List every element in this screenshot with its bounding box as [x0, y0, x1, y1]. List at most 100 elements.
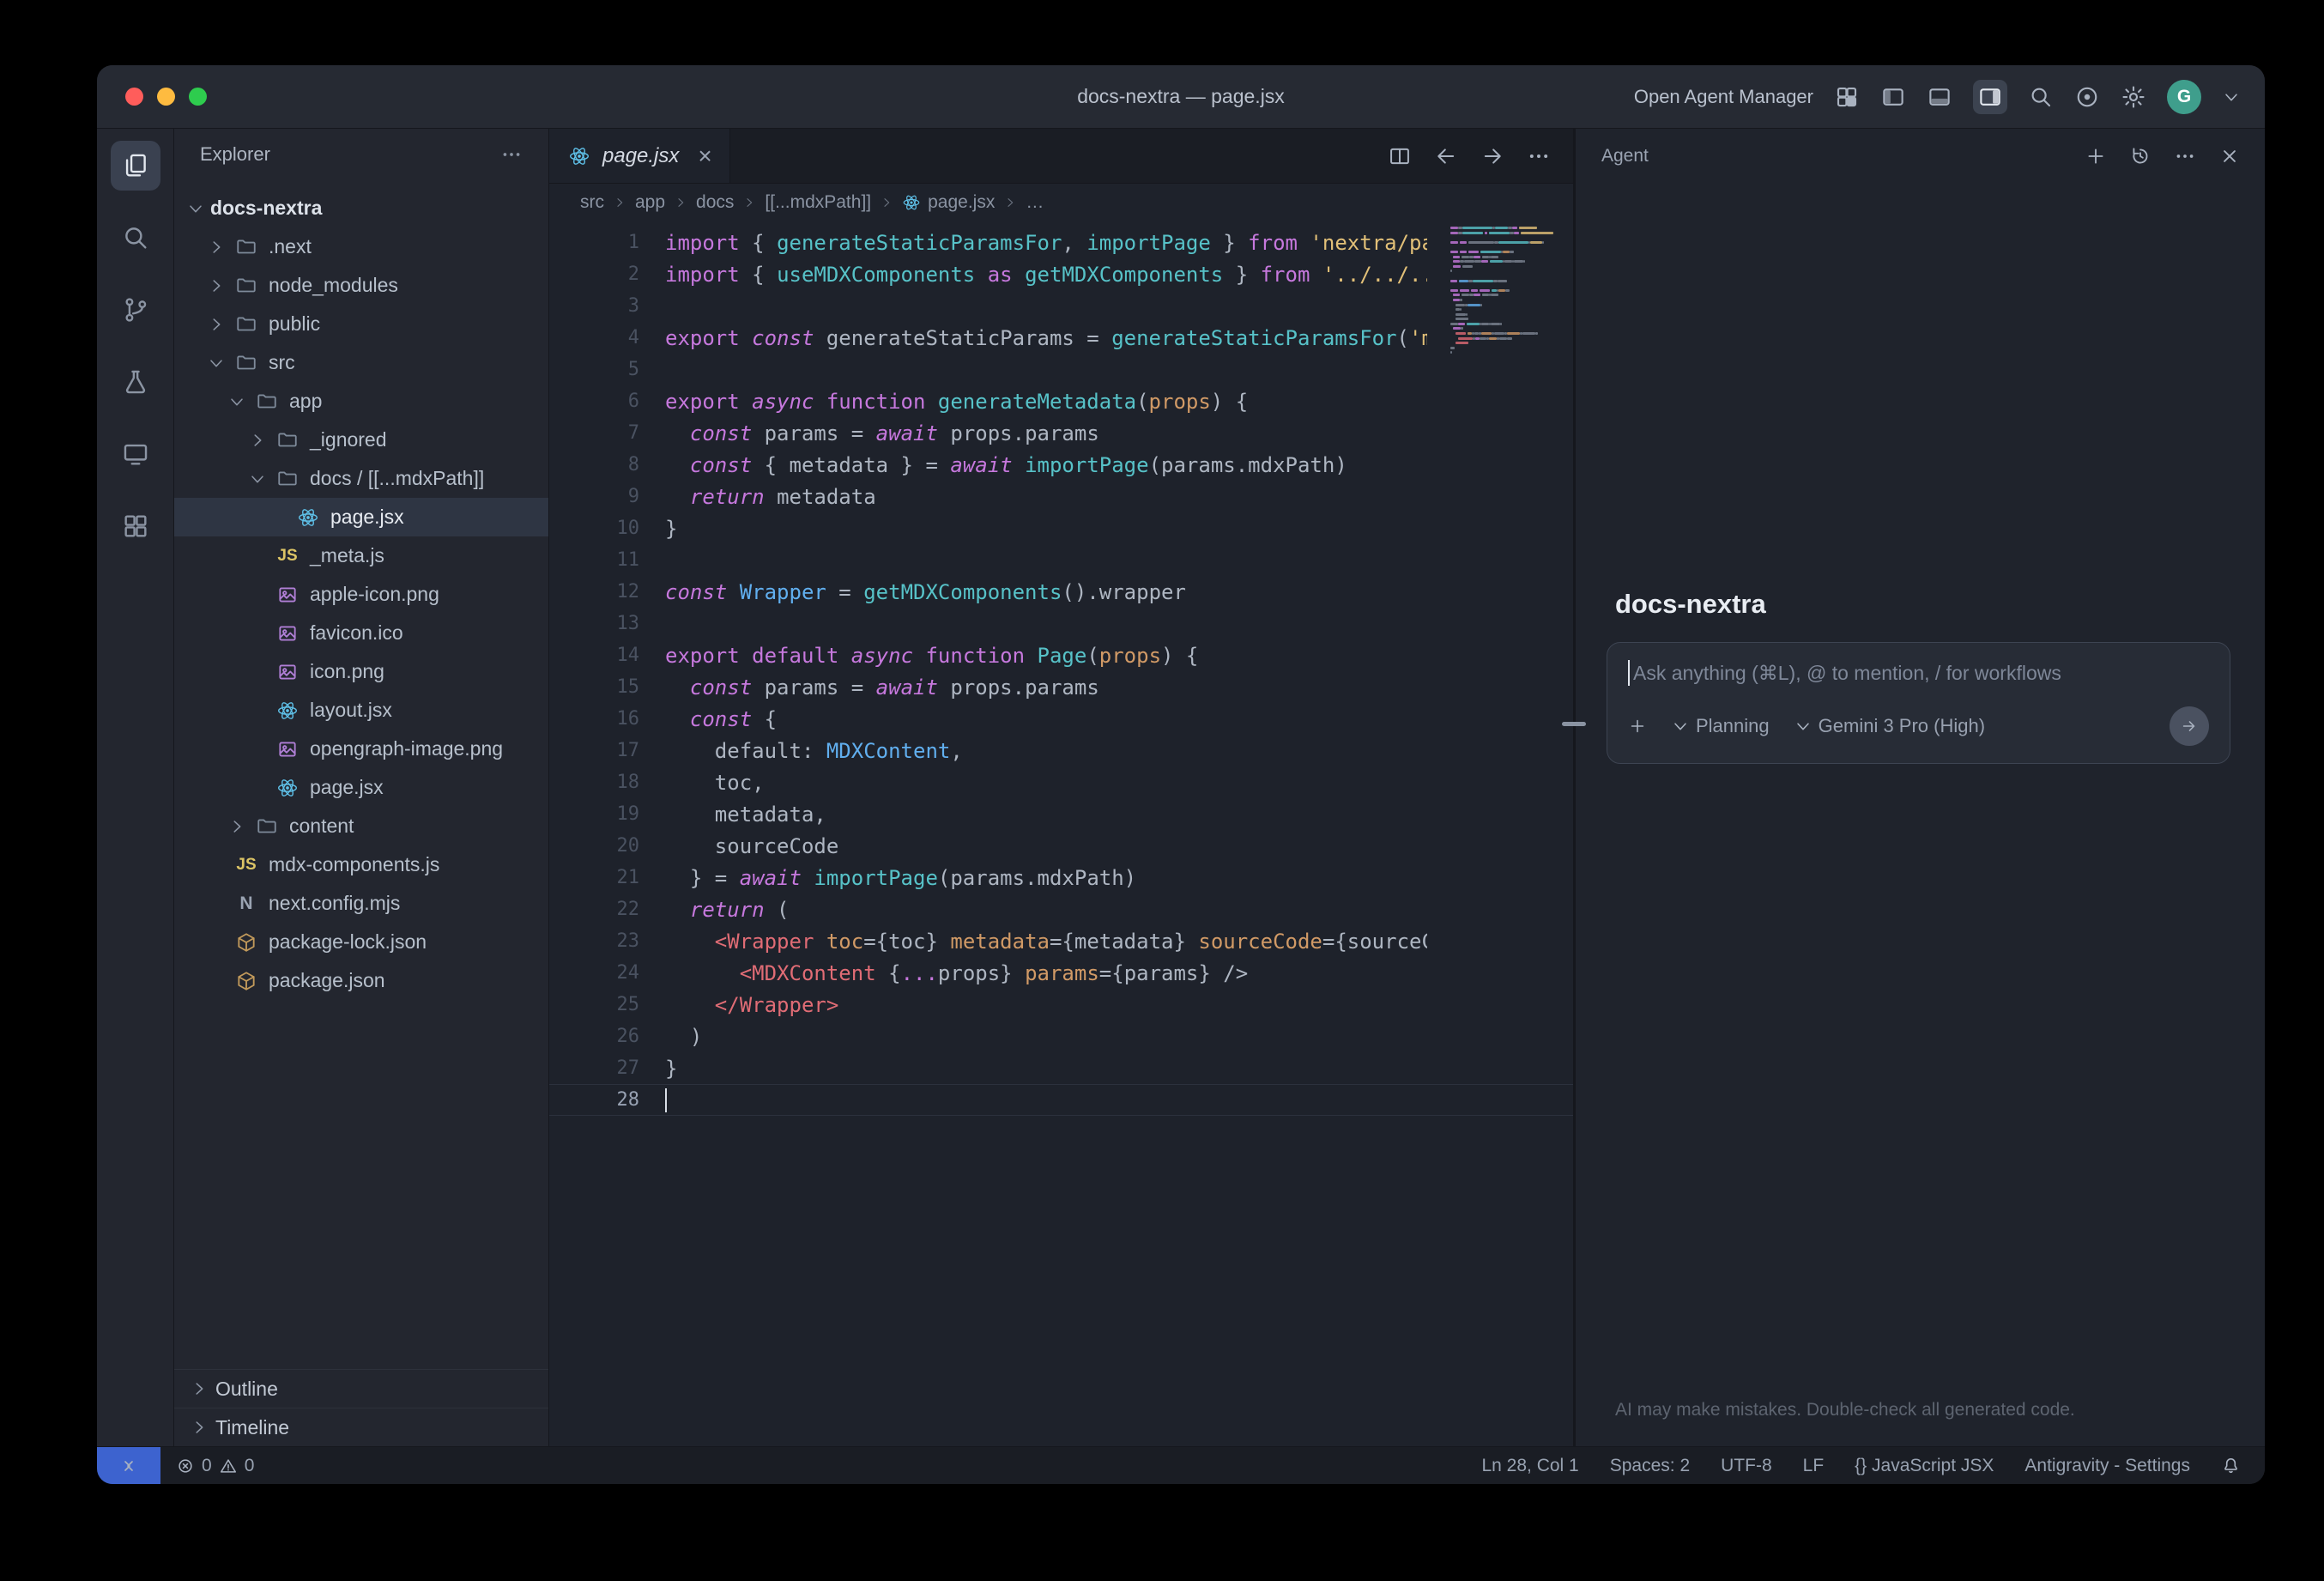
- code-line-23[interactable]: 23 <Wrapper toc={toc} metadata={metadata…: [549, 925, 1573, 957]
- activity-search-icon[interactable]: [111, 213, 160, 263]
- send-button[interactable]: [2170, 706, 2209, 746]
- code-line-10[interactable]: 10}: [549, 512, 1573, 544]
- tree-item-package-json[interactable]: package.json: [174, 961, 548, 1000]
- code-line-9[interactable]: 9 return metadata: [549, 481, 1573, 512]
- breadcrumb-item-[interactable]: …: [1026, 192, 1044, 213]
- code-line-3[interactable]: 3: [549, 290, 1573, 322]
- status-utf-8[interactable]: UTF-8: [1721, 1456, 1772, 1476]
- tree-item-page-jsx[interactable]: page.jsx: [174, 498, 548, 536]
- toggle-left-panel-icon[interactable]: [1880, 84, 1906, 110]
- status-spaces-2[interactable]: Spaces: 2: [1610, 1456, 1690, 1476]
- code-line-1[interactable]: 1import { generateStaticParamsFor, impor…: [549, 227, 1573, 258]
- chevron-down-icon[interactable]: [243, 469, 272, 488]
- section-timeline[interactable]: Timeline: [174, 1408, 548, 1446]
- code-line-5[interactable]: 5: [549, 354, 1573, 385]
- code-line-19[interactable]: 19 metadata,: [549, 798, 1573, 830]
- tree-item-mdx-components-js[interactable]: JSmdx-components.js: [174, 845, 548, 884]
- tree-item-opengraph-image-png[interactable]: opengraph-image.png: [174, 730, 548, 768]
- code-line-26[interactable]: 26 ): [549, 1021, 1573, 1052]
- explorer-more-icon[interactable]: [500, 143, 523, 166]
- tab-close-icon[interactable]: ×: [698, 144, 711, 168]
- gear-icon[interactable]: [2121, 84, 2146, 110]
- history-icon[interactable]: [2129, 145, 2152, 167]
- code-line-25[interactable]: 25 </Wrapper>: [549, 989, 1573, 1021]
- breadcrumb-item-docs[interactable]: docs: [696, 192, 734, 213]
- code-line-15[interactable]: 15 const params = await props.params: [549, 671, 1573, 703]
- tree-item-icon-png[interactable]: icon.png: [174, 652, 548, 691]
- tree-item-docs-mdxpath[interactable]: docs / [[...mdxPath]]: [174, 459, 548, 498]
- chevron-down-icon[interactable]: [181, 199, 210, 218]
- mode-select[interactable]: Planning: [1671, 715, 1770, 737]
- tree-item-src[interactable]: src: [174, 343, 548, 382]
- toggle-bottom-panel-icon[interactable]: [1927, 84, 1952, 110]
- minimize-window-button[interactable]: [157, 88, 175, 106]
- zoom-window-button[interactable]: [189, 88, 207, 106]
- open-agent-manager-button[interactable]: Open Agent Manager: [1634, 86, 1813, 108]
- search-icon[interactable]: [2028, 84, 2054, 110]
- code-line-7[interactable]: 7 const params = await props.params: [549, 417, 1573, 449]
- problems-indicator[interactable]: 0 0: [176, 1456, 254, 1476]
- code-line-22[interactable]: 22 return (: [549, 893, 1573, 925]
- code-editor[interactable]: 1import { generateStaticParamsFor, impor…: [549, 221, 1573, 1446]
- code-line-12[interactable]: 12const Wrapper = getMDXComponents().wra…: [549, 576, 1573, 608]
- minimap[interactable]: [1450, 227, 1566, 361]
- model-select[interactable]: Gemini 3 Pro (High): [1794, 715, 1985, 737]
- chevron-right-icon[interactable]: [202, 315, 231, 334]
- activity-explorer-icon[interactable]: [111, 141, 160, 191]
- tree-item-apple-icon-png[interactable]: apple-icon.png: [174, 575, 548, 614]
- tree-item-page-jsx[interactable]: page.jsx: [174, 768, 548, 807]
- activity-remote-explorer-icon[interactable]: [111, 429, 160, 479]
- code-line-28[interactable]: 28: [549, 1084, 1573, 1116]
- agent-input-card[interactable]: Ask anything (⌘L), @ to mention, / for w…: [1607, 642, 2230, 764]
- code-line-8[interactable]: 8 const { metadata } = await importPage(…: [549, 449, 1573, 481]
- app-logo-icon[interactable]: [2074, 84, 2100, 110]
- activity-extensions-icon[interactable]: [111, 501, 160, 551]
- breadcrumb[interactable]: srcappdocs[[...mdxPath]]page.jsx…: [549, 184, 1573, 221]
- tree-item-content[interactable]: content: [174, 807, 548, 845]
- chevron-right-icon[interactable]: [243, 431, 272, 450]
- code-line-14[interactable]: 14export default async function Page(pro…: [549, 639, 1573, 671]
- section-outline[interactable]: Outline: [174, 1369, 548, 1408]
- chevron-down-icon[interactable]: [222, 392, 251, 411]
- code-line-24[interactable]: 24 <MDXContent {...props} params={params…: [549, 957, 1573, 989]
- code-line-21[interactable]: 21 } = await importPage(params.mdxPath): [549, 862, 1573, 893]
- tree-item-next-config-mjs[interactable]: Nnext.config.mjs: [174, 884, 548, 923]
- status-javascript-jsx[interactable]: {} JavaScript JSX: [1855, 1456, 1994, 1476]
- agent-input[interactable]: Ask anything (⌘L), @ to mention, / for w…: [1628, 660, 2209, 686]
- code-line-27[interactable]: 27}: [549, 1052, 1573, 1084]
- navigate-back-icon[interactable]: [1434, 144, 1458, 168]
- code-line-11[interactable]: 11: [549, 544, 1573, 576]
- code-line-16[interactable]: 16 const {: [549, 703, 1573, 735]
- code-line-2[interactable]: 2import { useMDXComponents as getMDXComp…: [549, 258, 1573, 290]
- agent-manager-icon[interactable]: [1834, 84, 1860, 110]
- tree-item-public[interactable]: public: [174, 305, 548, 343]
- tree-item-package-lock-json[interactable]: package-lock.json: [174, 923, 548, 961]
- status-antigravity-settings[interactable]: Antigravity - Settings: [2024, 1456, 2190, 1476]
- tree-item-node-modules[interactable]: node_modules: [174, 266, 548, 305]
- code-line-6[interactable]: 6export async function generateMetadata(…: [549, 385, 1573, 417]
- status-ln-28-col-1[interactable]: Ln 28, Col 1: [1481, 1456, 1578, 1476]
- tree-item-favicon-ico[interactable]: favicon.ico: [174, 614, 548, 652]
- chevron-down-icon[interactable]: [202, 354, 231, 373]
- code-line-20[interactable]: 20 sourceCode: [549, 830, 1573, 862]
- tree-item-app[interactable]: app: [174, 382, 548, 421]
- tab-page-jsx[interactable]: page.jsx ×: [549, 129, 730, 183]
- remote-indicator[interactable]: [97, 1447, 160, 1484]
- status-lf[interactable]: LF: [1803, 1456, 1825, 1476]
- chevron-right-icon[interactable]: [202, 238, 231, 257]
- panel-resize-handle[interactable]: [1562, 722, 1586, 726]
- avatar[interactable]: G: [2167, 80, 2201, 114]
- code-line-17[interactable]: 17 default: MDXContent,: [549, 735, 1573, 766]
- chevron-right-icon[interactable]: [202, 276, 231, 295]
- tree-item-docs-nextra[interactable]: docs-nextra: [174, 189, 548, 227]
- navigate-forward-icon[interactable]: [1480, 144, 1504, 168]
- bell-icon[interactable]: [2221, 1456, 2241, 1475]
- toggle-right-panel-icon[interactable]: [1973, 80, 2007, 114]
- attach-plus-icon[interactable]: [1628, 717, 1647, 736]
- breadcrumb-item-src[interactable]: src: [580, 192, 604, 213]
- code-line-13[interactable]: 13: [549, 608, 1573, 639]
- breadcrumb-item-page-jsx[interactable]: page.jsx: [902, 192, 995, 213]
- activity-run-debug-icon[interactable]: [111, 357, 160, 407]
- new-chat-icon[interactable]: [2085, 145, 2107, 167]
- agent-more-icon[interactable]: [2174, 145, 2196, 167]
